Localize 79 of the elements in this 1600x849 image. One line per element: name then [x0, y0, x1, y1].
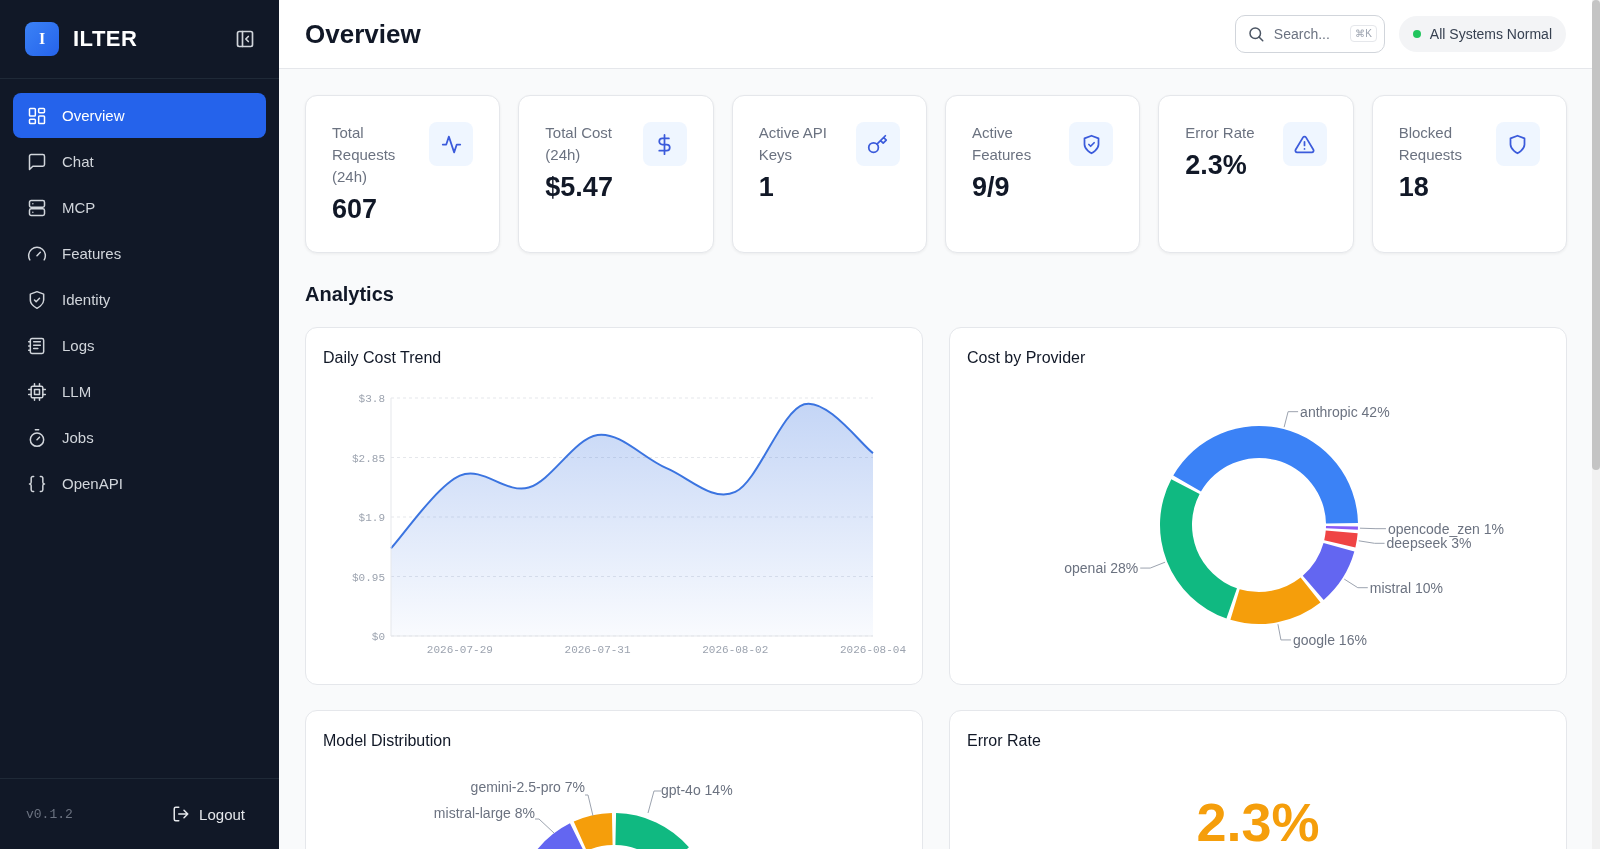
- y-tick-label: $0: [371, 631, 385, 643]
- status-dot: [1412, 30, 1421, 38]
- section-heading: Analytics: [305, 283, 395, 306]
- chart-title: Daily Cost Trend: [323, 348, 443, 368]
- x-tick-label: 2026-07-31: [564, 644, 631, 656]
- shield-check-icon: [1069, 122, 1114, 166]
- nav-item[interactable]: Jobs: [13, 415, 266, 460]
- leader-line: [1359, 527, 1387, 530]
- slice-label: google 16%: [1292, 631, 1367, 648]
- error-rate-value: 2.3%: [1195, 791, 1321, 849]
- chat-icon: [27, 151, 47, 172]
- stat-value: 607: [332, 194, 379, 225]
- pulse-icon: [429, 122, 474, 166]
- page-title: Overview: [305, 18, 422, 50]
- y-tick-label: $0.95: [352, 571, 385, 584]
- x-tick-label: 2026-07-29: [426, 644, 493, 656]
- stat-label: Total Requests (24h): [332, 123, 397, 187]
- nav-item[interactable]: LLM: [13, 369, 266, 414]
- slice-label: mistral 10%: [1369, 579, 1443, 596]
- shield-icon: [1496, 122, 1540, 166]
- y-tick-label: $1.9: [358, 512, 385, 524]
- stat-label: Active API Keys: [758, 123, 829, 165]
- stat-label: Active Features: [972, 123, 1033, 165]
- chart-title: Cost by Provider: [967, 348, 1087, 368]
- stat-label: Error Rate: [1185, 123, 1256, 143]
- stat-value: 18: [1398, 172, 1430, 203]
- leader-line: [1283, 411, 1299, 428]
- timer-icon: [27, 427, 47, 448]
- search-icon: [1246, 25, 1265, 43]
- chart-title: Error Rate: [967, 731, 1042, 751]
- nav-item[interactable]: Chat: [13, 139, 266, 184]
- chart-title: Model Distribution: [323, 731, 453, 751]
- dollar-icon: [642, 122, 687, 166]
- shield-check-icon: [27, 289, 47, 310]
- stat-label: Blocked Requests: [1398, 123, 1464, 165]
- chip-icon: [27, 381, 47, 402]
- x-tick-label: 2026-08-04: [840, 644, 906, 656]
- nav-item[interactable]: Identity: [13, 277, 266, 322]
- slice-label: anthropic 42%: [1300, 403, 1390, 420]
- slice-label: mistral-large 8%: [433, 805, 535, 821]
- nav-item[interactable]: Logs: [13, 323, 266, 368]
- key-icon: [856, 122, 900, 166]
- slice-label: opencode_zen 1%: [1387, 520, 1504, 537]
- scrollbar[interactable]: [1592, 0, 1600, 470]
- dashboard-icon: [27, 105, 47, 126]
- stat-value: 1: [758, 172, 775, 203]
- leader-line: [1277, 623, 1292, 641]
- nav-item[interactable]: Overview: [13, 93, 266, 138]
- x-tick-label: 2026-08-02: [702, 644, 769, 656]
- logo-icon: I: [25, 22, 59, 56]
- nav-item[interactable]: OpenAPI: [13, 461, 266, 506]
- stat-value: 2.3%: [1185, 150, 1248, 181]
- leader-line: [647, 790, 662, 814]
- server-icon: [27, 197, 47, 218]
- stat-value: $5.47: [545, 172, 614, 203]
- slice-label: gemini-2.5-pro 7%: [470, 779, 585, 795]
- version-label: v0.1.2: [26, 806, 73, 822]
- notebook-icon: [27, 335, 47, 356]
- leader-line: [584, 794, 594, 817]
- y-tick-label: $3.8: [358, 393, 385, 405]
- stat-label: Total Cost (24h): [545, 123, 614, 165]
- warning-icon: [1282, 122, 1327, 166]
- shortcut-hint: ⌘K: [1350, 25, 1377, 42]
- leader-line: [1343, 578, 1369, 589]
- slice-label: openai 28%: [1064, 560, 1139, 577]
- y-tick-label: $2.85: [352, 452, 385, 465]
- nav-item[interactable]: MCP: [13, 185, 266, 230]
- stat-value: 9/9: [972, 172, 1011, 203]
- slice-label: gpt-4o 14%: [661, 782, 733, 798]
- logout-icon: [172, 805, 191, 823]
- leader-line: [1358, 540, 1386, 544]
- status-label: All Systems Normal: [1429, 26, 1552, 42]
- collapse-sidebar-icon[interactable]: [235, 29, 255, 49]
- leader-line: [534, 818, 555, 834]
- logout-button[interactable]: Logout: [172, 805, 245, 823]
- nav-item[interactable]: Features: [13, 231, 266, 276]
- braces-icon: [27, 473, 47, 494]
- leader-line: [1139, 561, 1166, 569]
- brand-name: ILTER: [73, 26, 139, 52]
